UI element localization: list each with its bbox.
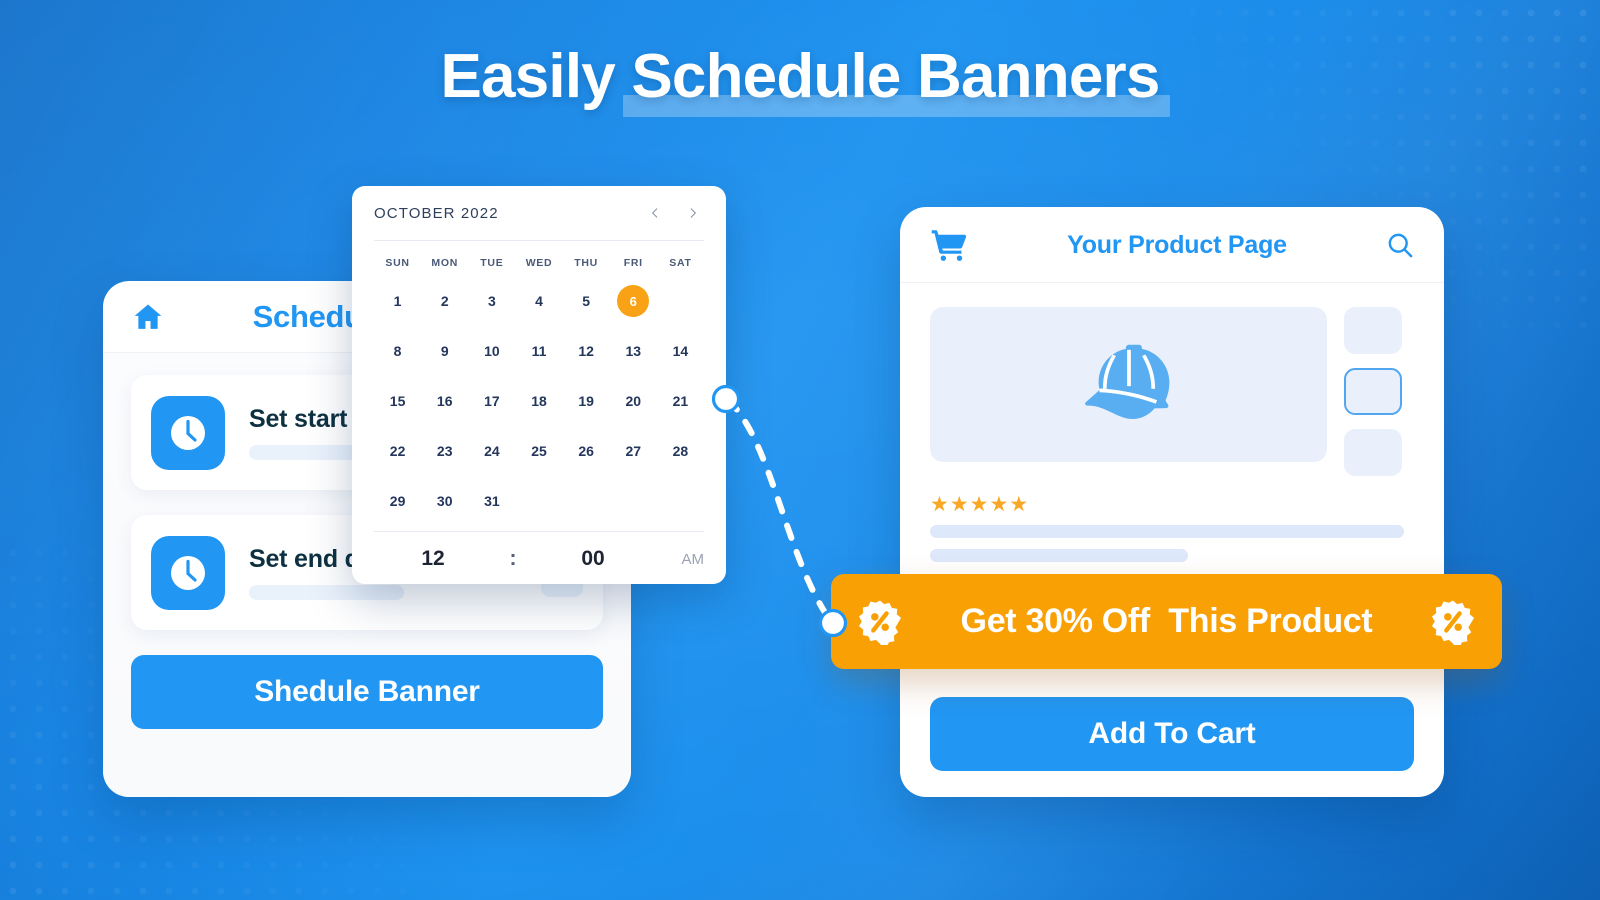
product-page-footer: Add To Cart <box>900 697 1444 771</box>
calendar-day-empty <box>610 483 657 519</box>
promo-banner-text: Get 30% Off This Product <box>960 602 1373 640</box>
calendar-day-20[interactable]: 20 <box>610 383 657 419</box>
calendar-day-selected[interactable]: 6 <box>617 285 650 317</box>
calendar-day-24[interactable]: 24 <box>468 433 515 469</box>
product-page-title: Your Product Page <box>1067 230 1287 259</box>
set-end-date-input[interactable] <box>249 585 404 600</box>
calendar-day-31[interactable]: 31 <box>468 483 515 519</box>
time-minutes[interactable]: 00 <box>534 547 652 571</box>
calendar-day-18[interactable]: 18 <box>515 383 562 419</box>
calendar-week-row: 123456 <box>374 283 704 319</box>
calendar-day-15[interactable]: 15 <box>374 383 421 419</box>
description-line-1 <box>930 525 1404 538</box>
calendar-day-17[interactable]: 17 <box>468 383 515 419</box>
weekday-label: THU <box>574 257 598 269</box>
calendar-header-divider <box>374 240 704 241</box>
calendar-day-27[interactable]: 27 <box>610 433 657 469</box>
thumbnail-3[interactable] <box>1344 429 1402 476</box>
product-media-area <box>900 283 1444 476</box>
calendar-day-25[interactable]: 25 <box>515 433 562 469</box>
calendar-day-22[interactable]: 22 <box>374 433 421 469</box>
search-icon[interactable] <box>1386 231 1414 259</box>
star-icon[interactable]: ★ <box>989 494 1008 515</box>
calendar-nav-group <box>648 203 704 223</box>
product-hero-image[interactable] <box>930 307 1327 462</box>
calendar-day-10[interactable]: 10 <box>468 333 515 369</box>
product-thumbnail-list <box>1344 307 1402 476</box>
calendar-popup: OCTOBER 2022 SUN MON TUE WED THU FRI SAT… <box>352 186 726 584</box>
calendar-day-8[interactable]: 8 <box>374 333 421 369</box>
page-title: Easily Schedule Banners <box>440 42 1171 117</box>
calendar-day-6[interactable]: 6 <box>610 283 657 319</box>
page-title-text: Easily Schedule Banners <box>440 42 1160 111</box>
rating-stars[interactable]: ★ ★ ★ ★ ★ <box>900 476 1444 515</box>
weekday-label: SAT <box>669 257 692 269</box>
home-icon[interactable] <box>131 300 165 334</box>
product-page-header: Your Product Page <box>900 207 1444 283</box>
time-separator: : <box>509 547 517 570</box>
star-icon[interactable]: ★ <box>930 494 949 515</box>
connector-path <box>711 384 848 638</box>
calendar-week-row: 29 30 31 <box>374 483 704 519</box>
calendar-day-30[interactable]: 30 <box>421 483 468 519</box>
product-description-placeholder <box>900 515 1444 562</box>
calendar-day-1[interactable]: 1 <box>374 283 421 319</box>
calendar-day-28[interactable]: 28 <box>657 433 704 469</box>
baseball-cap-icon <box>1070 333 1188 436</box>
calendar-day-13[interactable]: 13 <box>610 333 657 369</box>
calendar-day-12[interactable]: 12 <box>563 333 610 369</box>
star-icon[interactable]: ★ <box>950 494 969 515</box>
calendar-day-empty <box>657 283 704 319</box>
star-icon[interactable]: ★ <box>970 494 989 515</box>
schedule-banner-button[interactable]: Shedule Banner <box>131 655 603 729</box>
weekday-label: FRI <box>623 257 643 269</box>
calendar-day-empty <box>657 483 704 519</box>
percent-badge-icon <box>1430 599 1476 647</box>
calendar-day-empty <box>563 483 610 519</box>
weekday-label: TUE <box>480 257 504 269</box>
chevron-right-icon[interactable] <box>686 203 700 223</box>
star-icon[interactable]: ★ <box>1009 494 1028 515</box>
hero-title-container: Easily Schedule Banners <box>0 42 1600 117</box>
calendar-time-picker: 12 : 00 AM <box>374 532 704 586</box>
weekday-label: MON <box>431 257 459 269</box>
description-line-2 <box>930 549 1188 562</box>
calendar-day-3[interactable]: 3 <box>468 283 515 319</box>
calendar-day-16[interactable]: 16 <box>421 383 468 419</box>
calendar-week-row: 22 23 24 25 26 27 28 <box>374 433 704 469</box>
chevron-left-icon[interactable] <box>648 203 662 223</box>
calendar-weekday-header: SUN MON TUE WED THU FRI SAT <box>374 257 704 269</box>
calendar-day-21[interactable]: 21 <box>657 383 704 419</box>
time-hours[interactable]: 12 <box>374 547 492 571</box>
weekday-label: SUN <box>385 257 410 269</box>
calendar-month-year: OCTOBER 2022 <box>374 204 499 222</box>
calendar-day-4[interactable]: 4 <box>515 283 562 319</box>
promo-banner[interactable]: Get 30% Off This Product <box>831 574 1502 669</box>
calendar-day-9[interactable]: 9 <box>421 333 468 369</box>
calendar-day-19[interactable]: 19 <box>563 383 610 419</box>
calendar-day-2[interactable]: 2 <box>421 283 468 319</box>
calendar-grid: 1 2 3 4 5 6 8 9 10 11 12 13 14 15 16 17 18 19 20 21 22 23 24 25… <box>374 283 704 519</box>
thumbnail-1[interactable] <box>1344 307 1402 354</box>
calendar-day-26[interactable]: 26 <box>563 433 610 469</box>
shopping-cart-icon[interactable] <box>930 228 968 262</box>
clock-icon <box>151 395 225 470</box>
calendar-day-23[interactable]: 23 <box>421 433 468 469</box>
thumbnail-2[interactable] <box>1344 368 1402 415</box>
add-to-cart-button[interactable]: Add To Cart <box>930 697 1414 771</box>
calendar-day-11[interactable]: 11 <box>515 333 562 369</box>
clock-icon <box>151 535 225 610</box>
calendar-week-row: 15 16 17 18 19 20 21 <box>374 383 704 419</box>
time-meridiem[interactable]: AM <box>652 551 705 568</box>
product-page-card: Your Product Page ★ ★ ★ ★ ★ Add To Cart <box>900 207 1444 797</box>
calendar-week-row: 8 9 10 11 12 13 14 <box>374 333 704 369</box>
calendar-day-29[interactable]: 29 <box>374 483 421 519</box>
weekday-label: WED <box>525 257 553 269</box>
calendar-day-empty <box>515 483 562 519</box>
calendar-day-5[interactable]: 5 <box>563 283 610 319</box>
calendar-header: OCTOBER 2022 <box>374 186 704 240</box>
calendar-day-14[interactable]: 14 <box>657 333 704 369</box>
